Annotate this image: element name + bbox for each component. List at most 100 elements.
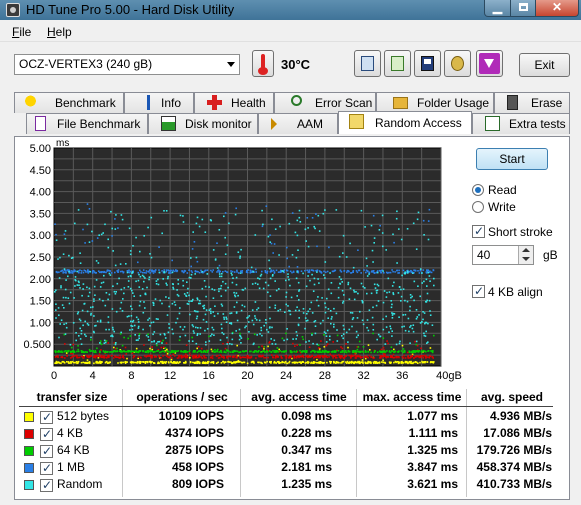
chart-point (402, 362, 405, 364)
chart-point (312, 290, 315, 292)
series-name: 64 KB (57, 443, 90, 457)
chart-point (296, 234, 299, 237)
chart-point (154, 269, 157, 271)
chart-point (423, 354, 425, 357)
chart-point (281, 337, 284, 340)
chart-point (200, 347, 203, 350)
chart-point (263, 348, 265, 350)
chart-point (393, 313, 396, 315)
short-stroke-stepper[interactable]: 40 (472, 245, 534, 265)
chart-point (330, 318, 333, 320)
chart-point (86, 322, 89, 325)
chart-point (235, 207, 237, 210)
chart-point (385, 249, 387, 251)
chart-point (304, 228, 307, 231)
chart-point (375, 304, 378, 307)
short-stroke-checkbox[interactable] (472, 224, 485, 238)
chart-point (398, 350, 400, 352)
chart-point (276, 361, 279, 363)
chart-point (189, 313, 191, 316)
chart-point (168, 323, 170, 325)
chart-point (260, 361, 262, 364)
chart-point (128, 350, 130, 353)
chart-point (264, 351, 266, 354)
chart-point (292, 342, 294, 345)
chart-point (101, 354, 103, 357)
chart-point (329, 272, 331, 274)
chart-point (274, 351, 277, 353)
chart-point (253, 333, 256, 336)
chart-point (71, 352, 74, 355)
chart-point (428, 208, 431, 211)
chart-point (296, 266, 299, 268)
chart-point (425, 321, 428, 324)
series-checkbox[interactable] (40, 478, 53, 492)
align-checkbox[interactable] (472, 284, 485, 298)
series-checkbox[interactable] (40, 461, 53, 475)
chart-point (207, 361, 210, 363)
chart-point (206, 328, 209, 330)
chart-point (151, 361, 153, 363)
chart-point (374, 287, 377, 289)
chart-point (311, 217, 314, 219)
chart-point (413, 269, 415, 271)
write-radio[interactable] (472, 201, 484, 213)
series-checkbox[interactable] (40, 410, 53, 424)
series-checkbox[interactable] (40, 444, 53, 458)
chart-point (55, 317, 57, 319)
y-axis-label: ms (56, 138, 69, 149)
chart-point (391, 317, 394, 319)
chart-point (406, 272, 409, 274)
chart-point (194, 356, 196, 359)
chart-point (66, 361, 68, 363)
chart-point (421, 272, 423, 274)
chart-point (155, 283, 158, 285)
chart-point (267, 331, 270, 333)
chart-point (166, 352, 169, 355)
chart-point (327, 308, 330, 310)
chart-point (355, 291, 357, 293)
chart-point (427, 322, 429, 325)
tab-random-access[interactable]: Random Access (338, 111, 472, 134)
chart-point (250, 266, 253, 269)
series-color-swatch (24, 446, 34, 456)
chart-point (218, 351, 220, 353)
start-button[interactable]: Start (476, 148, 548, 170)
chart-point (384, 343, 387, 345)
stepper-buttons[interactable] (518, 246, 533, 264)
chart-point (205, 309, 208, 311)
chart-point (152, 272, 155, 274)
chart-point (352, 266, 355, 269)
chart-point (423, 332, 425, 335)
chart-point (197, 345, 200, 348)
chart-point (341, 347, 344, 350)
chart-point (79, 287, 81, 289)
read-radio[interactable] (472, 184, 484, 196)
chart-point (293, 350, 295, 353)
chart-point (126, 357, 128, 360)
chart-point (145, 270, 148, 272)
chart-point (314, 320, 317, 322)
chart-point (193, 355, 196, 357)
chart-point (171, 349, 173, 352)
chart-point (191, 271, 194, 274)
chart-point (301, 336, 304, 338)
chart-point (247, 338, 249, 340)
chart-point (273, 272, 276, 274)
chart-point (375, 292, 378, 294)
chart-point (319, 350, 321, 353)
chart-point (236, 301, 238, 304)
series-name: 512 bytes (57, 409, 110, 423)
chart-point (298, 299, 300, 301)
chart-point (138, 273, 140, 276)
chart-point (122, 298, 124, 300)
chart-point (83, 356, 85, 358)
chart-point (297, 323, 300, 326)
chart-point (394, 350, 396, 353)
avg-access-value: 0.347 ms (281, 443, 332, 457)
chart-point (408, 360, 411, 363)
chart-point (113, 346, 115, 349)
chart-point (331, 316, 333, 318)
series-checkbox[interactable] (40, 427, 53, 441)
chart-point (391, 350, 393, 352)
